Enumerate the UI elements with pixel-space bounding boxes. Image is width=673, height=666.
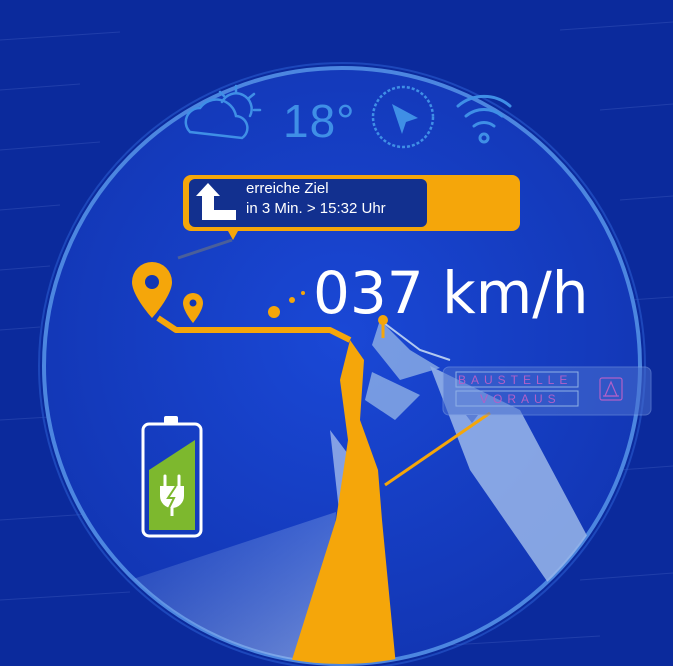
- speed-dot: [268, 306, 280, 318]
- navigation-eta: in 3 Min. > 15:32 Uhr: [246, 200, 386, 217]
- navigation-instruction: erreiche Ziel: [246, 180, 329, 197]
- warning-subtitle: VORAUS: [480, 392, 561, 406]
- warning-title: BAUSTELLE: [458, 373, 573, 387]
- speed-readout: 037 km/h: [313, 259, 589, 327]
- temperature-label: 18°: [283, 95, 356, 147]
